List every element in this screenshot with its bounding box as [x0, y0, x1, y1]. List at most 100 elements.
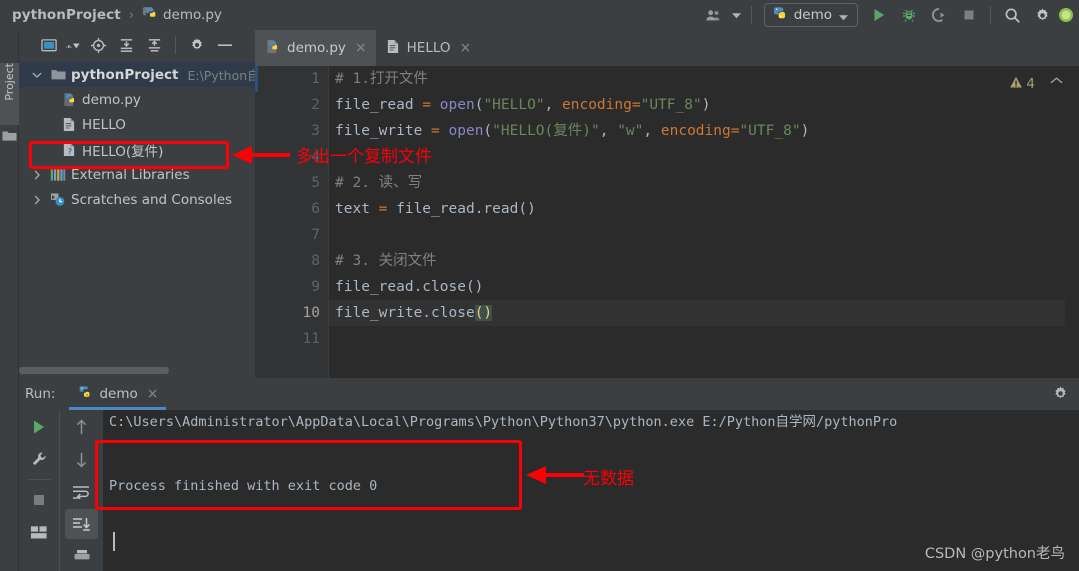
line-number: 11 — [302, 331, 320, 347]
expand-all-icon[interactable] — [113, 33, 139, 57]
soft-wrap-icon[interactable] — [60, 476, 103, 509]
search-icon[interactable] — [997, 2, 1027, 28]
code-token: , — [544, 97, 563, 113]
code-token: = — [631, 97, 641, 113]
chevron-up-icon[interactable] — [1050, 74, 1063, 89]
line-number: 3 — [311, 123, 320, 139]
run-icon[interactable] — [864, 2, 894, 28]
code-line-3[interactable]: file_write = open("HELLO(复件)", "w", enco… — [329, 118, 1079, 144]
unknown-file-icon: ? — [61, 142, 77, 157]
stop-icon[interactable] — [19, 483, 59, 516]
toolbar-divider-2 — [990, 6, 991, 24]
people-icon[interactable] — [699, 2, 729, 28]
editor-tabstrip: demo.py × HELLO × — [255, 30, 1079, 66]
gear-icon[interactable] — [1027, 2, 1057, 28]
code-line-2[interactable]: file_read = open("HELLO", encoding="UTF_… — [329, 92, 1079, 118]
run-actions-right — [59, 410, 103, 571]
tree-node-label: demo.py — [82, 91, 141, 108]
run-panel-body: C:\Users\Administrator\AppData\Local\Pro… — [19, 410, 1079, 571]
code-line-6[interactable]: text = file_read.read() — [329, 196, 1079, 222]
tree-node-hello[interactable]: HELLO — [19, 112, 255, 137]
run-tab-demo[interactable]: demo × — [69, 378, 167, 410]
caret-line-marker — [255, 66, 258, 92]
code-token: = — [422, 97, 432, 113]
down-arrow-icon[interactable] — [60, 443, 103, 476]
code-lines[interactable]: # 1.打开文件 file_read = open("HELLO", encod… — [329, 66, 1079, 378]
up-arrow-icon[interactable] — [60, 410, 103, 443]
rerun-icon[interactable] — [19, 410, 59, 443]
sidebar-item-project-tab[interactable]: Project — [0, 63, 19, 125]
chevron-down-icon[interactable] — [29, 71, 45, 79]
breadcrumb-project[interactable]: pythonProject — [12, 7, 121, 23]
hide-icon[interactable] — [212, 33, 238, 57]
editor-right-gutter[interactable] — [1065, 102, 1079, 414]
run-tab-label: demo — [99, 386, 138, 402]
breadcrumb-file[interactable]: demo.py — [163, 7, 222, 23]
scrollbar-thumb[interactable] — [19, 367, 169, 374]
chevron-down-icon[interactable] — [729, 2, 745, 28]
gear-icon[interactable] — [1052, 385, 1069, 406]
code-line-11[interactable] — [329, 326, 1079, 352]
code-line-9[interactable]: file_read.close() — [329, 274, 1079, 300]
collapse-all-icon[interactable] — [141, 33, 167, 57]
code-line-1[interactable]: # 1.打开文件 — [329, 66, 1079, 92]
code-token: file_read.close() — [335, 279, 484, 295]
gear-icon[interactable] — [184, 33, 210, 57]
code-editor[interactable]: 1 2 3 4 5 6 7 8 9 10 11 # 1.打开文件 file_re… — [255, 66, 1079, 414]
text-file-icon — [386, 39, 400, 58]
project-horizontal-scrollbar[interactable] — [19, 366, 255, 375]
run-with-coverage-icon[interactable] — [924, 2, 954, 28]
code-token: open — [439, 97, 475, 113]
code-line-5[interactable]: # 2. 读、写 — [329, 170, 1079, 196]
stop-icon[interactable] — [954, 2, 984, 28]
tree-node-label: External Libraries — [71, 166, 190, 183]
close-icon[interactable]: × — [460, 41, 472, 55]
folder-icon — [2, 127, 17, 141]
layout-icon[interactable] — [19, 516, 59, 549]
tree-node-external-libraries[interactable]: External Libraries — [19, 162, 255, 187]
python-icon — [77, 385, 92, 404]
code-line-7[interactable] — [329, 222, 1079, 248]
code-token: text — [335, 201, 379, 217]
print-icon[interactable] — [60, 539, 103, 571]
view-options-dropdown-icon[interactable] — [65, 33, 83, 57]
close-icon[interactable]: × — [355, 41, 367, 55]
debug-icon[interactable] — [894, 2, 924, 28]
code-token: encoding — [660, 123, 731, 139]
tree-node-path: E:\Python自 — [187, 68, 260, 83]
select-opened-file-icon[interactable] — [37, 33, 63, 57]
tree-node-hello-copy[interactable]: ? HELLO(复件) — [19, 137, 255, 162]
chevron-down-icon[interactable] — [839, 6, 848, 25]
line-number: 1 — [311, 71, 320, 87]
locate-icon[interactable] — [85, 33, 111, 57]
chevron-right-icon[interactable] — [29, 169, 45, 180]
code-line-8[interactable]: # 3. 关闭文件 — [329, 248, 1079, 274]
status-badge[interactable]: 4 — [1009, 74, 1035, 93]
tab-hello[interactable]: HELLO × — [376, 30, 481, 66]
run-panel-header: Run: demo × — [19, 378, 1079, 410]
code-token: file_write.close — [335, 305, 475, 321]
run-configuration-selector[interactable]: demo — [763, 3, 858, 27]
avatar[interactable] — [1057, 2, 1075, 28]
tab-demo-py[interactable]: demo.py × — [255, 30, 376, 66]
tree-node-scratches-and-consoles[interactable]: Scratches and Consoles — [19, 187, 255, 212]
tree-node-demo-py[interactable]: demo.py — [19, 87, 255, 112]
code-line-10[interactable]: file_write.close() — [329, 300, 1079, 326]
python-file-icon — [61, 92, 77, 107]
code-token: # 3. 关闭文件 — [335, 253, 437, 269]
text-file-icon — [61, 117, 77, 132]
svg-text:?: ? — [68, 147, 73, 156]
breadcrumb-separator: › — [128, 7, 134, 23]
editor-gutter[interactable]: 1 2 3 4 5 6 7 8 9 10 11 — [255, 66, 329, 378]
code-token: ) — [701, 97, 711, 113]
wrench-icon[interactable] — [19, 443, 59, 476]
editor-area: demo.py × HELLO × 1 2 3 4 5 6 7 8 9 10 1… — [255, 30, 1079, 414]
chevron-right-icon[interactable] — [29, 194, 45, 205]
scroll-to-end-icon[interactable] — [65, 509, 98, 539]
code-token: "UTF_8" — [739, 123, 801, 139]
code-line-4[interactable] — [329, 144, 1079, 170]
close-icon[interactable]: × — [147, 387, 159, 401]
tree-node-pythonproject[interactable]: pythonProject E:\Python自 — [19, 62, 260, 87]
project-tree[interactable]: pythonProject E:\Python自 demo.py HELLO ?… — [19, 60, 260, 378]
